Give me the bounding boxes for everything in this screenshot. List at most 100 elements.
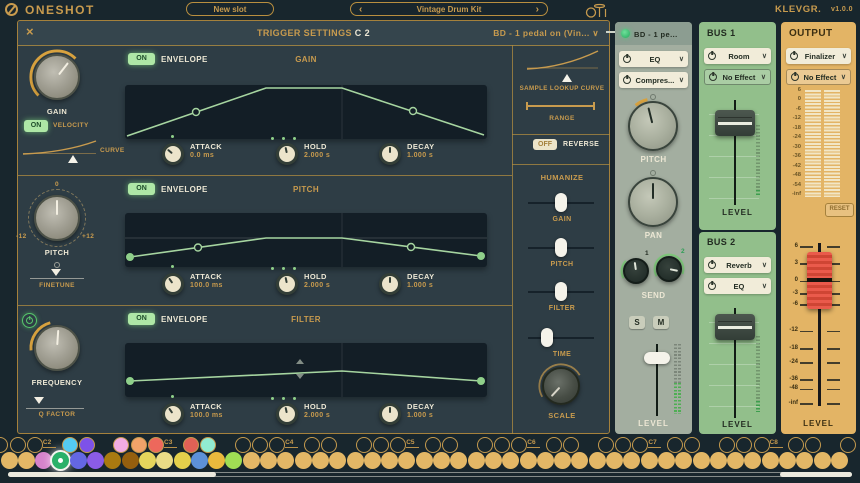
- white-key[interactable]: [606, 452, 623, 469]
- white-key[interactable]: [191, 452, 208, 469]
- black-key[interactable]: [390, 437, 406, 453]
- humanize-filter-slider[interactable]: [555, 282, 567, 301]
- power-icon[interactable]: [709, 73, 717, 81]
- output-fader-handle[interactable]: [807, 252, 832, 309]
- black-key[interactable]: [684, 437, 700, 453]
- white-key[interactable]: [623, 452, 640, 469]
- white-key[interactable]: [554, 452, 571, 469]
- power-icon[interactable]: [708, 261, 716, 269]
- black-key[interactable]: [373, 437, 389, 453]
- white-key[interactable]: [139, 452, 156, 469]
- black-key[interactable]: [494, 437, 510, 453]
- lookup-curve-slider-handle[interactable]: [562, 74, 572, 82]
- white-key[interactable]: [156, 452, 173, 469]
- channel-send2-knob[interactable]: [656, 256, 682, 282]
- pitch-knob[interactable]: [34, 195, 80, 241]
- black-key[interactable]: [321, 437, 337, 453]
- white-key[interactable]: [468, 452, 485, 469]
- keyboard-scrollbar-end[interactable]: [780, 472, 852, 477]
- bus1-fx2-dropdown[interactable]: No Effect ∨: [704, 69, 771, 85]
- white-key[interactable]: [18, 452, 35, 469]
- white-key[interactable]: [675, 452, 692, 469]
- white-key[interactable]: [347, 452, 364, 469]
- black-key[interactable]: [183, 437, 199, 453]
- black-key[interactable]: [0, 437, 8, 453]
- range-slider[interactable]: [527, 105, 593, 107]
- black-key[interactable]: [235, 437, 251, 453]
- kit-name[interactable]: Vintage Drum Kit: [417, 5, 482, 14]
- humanize-pitch-slider[interactable]: [555, 238, 567, 257]
- white-key[interactable]: [762, 452, 779, 469]
- mute-button[interactable]: M: [653, 316, 669, 329]
- white-key[interactable]: [70, 452, 87, 469]
- black-key[interactable]: [632, 437, 648, 453]
- qfactor-slider-handle[interactable]: [34, 397, 44, 404]
- black-key[interactable]: [79, 437, 95, 453]
- humanize-time-slider[interactable]: [541, 328, 553, 347]
- white-key[interactable]: [208, 452, 225, 469]
- black-key[interactable]: [252, 437, 268, 453]
- kit-prev-button[interactable]: ‹: [359, 4, 362, 15]
- curve-slider-handle[interactable]: [68, 155, 78, 163]
- white-key[interactable]: [312, 452, 329, 469]
- drum-kit-icon[interactable]: [583, 2, 609, 18]
- frequency-knob[interactable]: [34, 325, 80, 371]
- power-icon[interactable]: [623, 76, 631, 84]
- black-key[interactable]: [805, 437, 821, 453]
- new-slot-button[interactable]: New slot: [186, 2, 274, 16]
- kit-next-button[interactable]: ›: [536, 4, 539, 15]
- channel-header[interactable]: BD - 1 pe...: [615, 22, 692, 45]
- white-key[interactable]: [243, 452, 260, 469]
- output-fx2-dropdown[interactable]: No Effect ∨: [786, 69, 851, 85]
- white-key[interactable]: [727, 452, 744, 469]
- white-key[interactable]: [658, 452, 675, 469]
- white-key[interactable]: [295, 452, 312, 469]
- bus1-fx1-dropdown[interactable]: Room ∨: [704, 48, 771, 64]
- white-key[interactable]: [831, 452, 848, 469]
- velocity-on-toggle[interactable]: ON: [24, 120, 48, 132]
- bus1-fader-handle[interactable]: [715, 110, 755, 136]
- channel-fader-handle[interactable]: [644, 352, 670, 364]
- power-icon[interactable]: [708, 282, 716, 290]
- black-key[interactable]: [754, 437, 770, 453]
- finetune-slider-handle[interactable]: [51, 269, 61, 276]
- gain-hold-knob[interactable]: [276, 143, 298, 165]
- white-key[interactable]: [1, 452, 18, 469]
- channel-pan-knob[interactable]: [628, 177, 678, 227]
- pitch-attack-knob[interactable]: [162, 273, 184, 295]
- white-key[interactable]: [814, 452, 831, 469]
- black-key[interactable]: [27, 437, 43, 453]
- white-key[interactable]: [416, 452, 433, 469]
- white-key[interactable]: [433, 452, 450, 469]
- white-key[interactable]: [796, 452, 813, 469]
- pitch-envelope-graph[interactable]: [125, 213, 487, 267]
- white-key[interactable]: [779, 452, 796, 469]
- white-key[interactable]: [571, 452, 588, 469]
- power-icon[interactable]: [708, 52, 716, 60]
- bus2-fader-handle[interactable]: [715, 314, 755, 340]
- filter-decay-knob[interactable]: [379, 403, 401, 425]
- gain-attack-knob[interactable]: [162, 143, 184, 165]
- gain-decay-knob[interactable]: [379, 143, 401, 165]
- pitch-hold-knob[interactable]: [276, 273, 298, 295]
- solo-button[interactable]: S: [629, 316, 645, 329]
- white-key[interactable]: [744, 452, 761, 469]
- black-key[interactable]: [667, 437, 683, 453]
- output-fx1-dropdown[interactable]: Finalizer ∨: [786, 48, 851, 64]
- black-key[interactable]: [546, 437, 562, 453]
- keyboard-scrollbar-thumb[interactable]: [8, 472, 216, 477]
- white-key[interactable]: [693, 452, 710, 469]
- gain-envelope-graph[interactable]: [125, 85, 487, 139]
- black-key[interactable]: [131, 437, 147, 453]
- sample-dropdown[interactable]: BD - 1 pedal on (Vin... ∨: [379, 28, 599, 39]
- gain-knob[interactable]: [34, 54, 80, 100]
- black-key[interactable]: [148, 437, 164, 453]
- reset-button[interactable]: RESET: [825, 203, 854, 217]
- black-key[interactable]: [62, 437, 78, 453]
- white-key[interactable]: [277, 452, 294, 469]
- white-key[interactable]: [225, 452, 242, 469]
- power-icon[interactable]: [790, 52, 798, 60]
- white-key[interactable]: [381, 452, 398, 469]
- black-key[interactable]: [442, 437, 458, 453]
- black-key[interactable]: [840, 437, 856, 453]
